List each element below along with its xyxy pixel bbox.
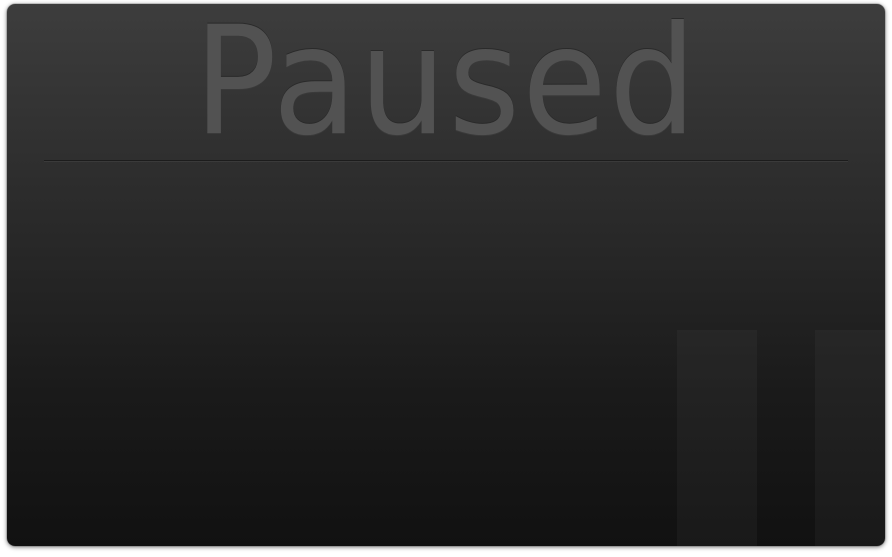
paused-title: Paused <box>193 4 699 169</box>
pause-bar-left <box>677 330 757 546</box>
pause-bar-right <box>815 330 885 546</box>
pause-screen: Paused <box>7 4 885 546</box>
pause-icon <box>677 330 885 546</box>
title-divider <box>44 160 848 162</box>
